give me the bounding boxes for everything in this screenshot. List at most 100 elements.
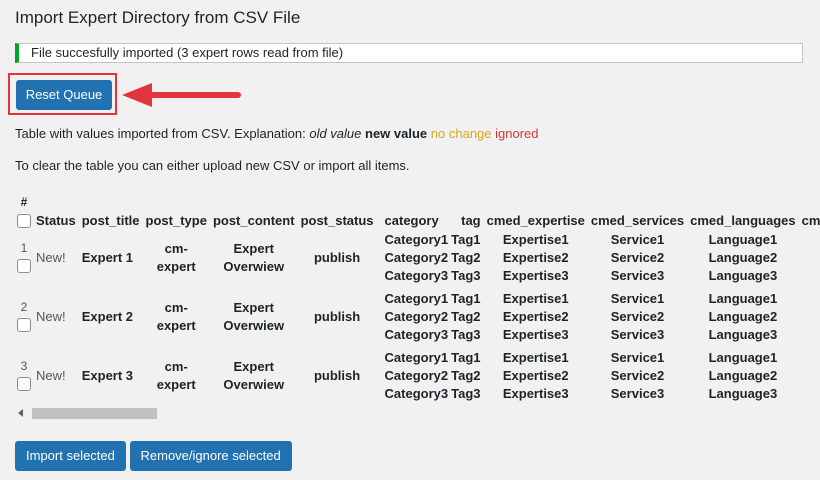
cell-line: Tag2 xyxy=(451,367,481,383)
cell-line: Expertise2 xyxy=(502,367,569,383)
explanation-text: Table with values imported from CSV. Exp… xyxy=(15,126,539,141)
post-content-cell: Expert Overwiew xyxy=(210,287,298,346)
services-cell: Service1 Service2 Service3 xyxy=(588,287,687,346)
cell-line: Tag3 xyxy=(451,385,481,401)
column-header: post_status xyxy=(300,213,374,228)
select-all-header: # xyxy=(15,188,33,228)
cell-line: Language2 xyxy=(708,249,778,265)
select-all-checkbox[interactable] xyxy=(17,214,31,228)
column-header: post_content xyxy=(212,213,295,228)
column-header: cmed_languages xyxy=(690,213,796,228)
legend-old-value: old value xyxy=(309,126,362,141)
post-title-cell: Expert 3 xyxy=(81,368,134,383)
cell-line: Language3 xyxy=(708,267,778,283)
taxonomy-cell xyxy=(799,228,820,287)
cell-line: Category1 xyxy=(384,231,449,247)
cell-line: Expertise3 xyxy=(502,385,569,401)
legend-new-value: new value xyxy=(365,126,428,141)
cell-line: Overwiew xyxy=(223,258,285,274)
legend-no-change: no change xyxy=(430,126,492,141)
explanation-prefix: Table with values imported from CSV. Exp… xyxy=(15,126,310,141)
status-cell: New! xyxy=(36,368,66,383)
cell-line: Tag3 xyxy=(451,326,481,342)
row-checkbox[interactable] xyxy=(17,317,31,332)
cell-line: Expertise1 xyxy=(502,349,569,365)
cell-line: cm- xyxy=(164,358,188,374)
cell-line: Expertise2 xyxy=(502,308,569,324)
post-type-cell: cm-expert xyxy=(143,287,210,346)
cell-line: Language2 xyxy=(708,308,778,324)
cell-line: Category2 xyxy=(384,367,449,383)
remove-ignore-selected-button[interactable]: Remove/ignore selected xyxy=(129,441,292,471)
cell-line: Service2 xyxy=(610,367,665,383)
post-title-cell: Expert 2 xyxy=(81,309,134,324)
cell-line: Service1 xyxy=(610,349,665,365)
cell-line: Overwiew xyxy=(223,317,285,333)
cell-line: Category3 xyxy=(384,326,449,342)
cell-line: Expertise2 xyxy=(502,249,569,265)
cell-line: Service1 xyxy=(610,290,665,306)
page-title: Import Expert Directory from CSV File xyxy=(15,8,301,27)
cell-line: Language1 xyxy=(708,231,778,247)
cell-line: expert xyxy=(156,258,196,274)
row-number: 3 xyxy=(20,359,28,374)
expertise-cell: Expertise1 Expertise2 Expertise3 xyxy=(484,287,588,346)
tag-cell: Tag1 Tag2 Tag3 xyxy=(451,228,484,287)
languages-cell: Language1 Language2 Language3 xyxy=(687,228,799,287)
row-select-cell: 1 xyxy=(15,228,33,287)
cell-line: Category2 xyxy=(384,249,449,265)
import-selected-button[interactable]: Import selected xyxy=(15,441,126,471)
services-cell: Service1 Service2 Service3 xyxy=(588,228,687,287)
horizontal-scrollbar[interactable] xyxy=(15,405,820,421)
post-type-cell: cm-expert xyxy=(143,228,210,287)
cell-line: Language3 xyxy=(708,385,778,401)
row-number: 2 xyxy=(20,300,28,315)
services-cell: Service1 Service2 Service3 xyxy=(588,346,687,405)
scroll-left-icon[interactable] xyxy=(18,409,23,417)
cell-line: Expert xyxy=(233,299,274,315)
tag-cell: Tag1 Tag2 Tag3 xyxy=(451,346,484,405)
cell-line: Category2 xyxy=(384,308,449,324)
table-row: 3 New! Expert 3 cm-expert Expert Overwiew… xyxy=(15,346,820,405)
post-status-cell: publish xyxy=(313,250,361,265)
cell-line: cm- xyxy=(164,299,188,315)
cell-line: Language1 xyxy=(708,349,778,365)
cell-line: Tag1 xyxy=(451,290,481,306)
cell-line: Overwiew xyxy=(223,376,285,392)
reset-queue-button[interactable]: Reset Queue xyxy=(16,80,112,110)
row-select-cell: 2 xyxy=(15,287,33,346)
cell-line: Service2 xyxy=(610,308,665,324)
post-type-cell: cm-expert xyxy=(143,346,210,405)
cell-line: Expert xyxy=(233,358,274,374)
notice-text: File succesfully imported (3 expert rows… xyxy=(31,45,344,60)
scrollbar-thumb[interactable] xyxy=(32,408,157,419)
taxonomy-cell xyxy=(799,287,820,346)
row-checkbox[interactable] xyxy=(17,258,31,273)
legend-ignored: ignored xyxy=(495,126,539,141)
cell-line: Language2 xyxy=(708,367,778,383)
row-select-cell: 3 xyxy=(15,346,33,405)
column-header: post_type xyxy=(145,213,207,228)
cell-line: expert xyxy=(156,376,196,392)
tag-cell: Tag1 Tag2 Tag3 xyxy=(451,287,484,346)
cell-line: Expertise1 xyxy=(502,231,569,247)
category-cell: Category1 Category2 Category3 xyxy=(377,346,452,405)
post-content-cell: Expert Overwiew xyxy=(210,228,298,287)
cell-line: Category3 xyxy=(384,385,449,401)
column-header: cmed_services xyxy=(590,213,685,228)
cell-line: Category1 xyxy=(384,349,449,365)
languages-cell: Language1 Language2 Language3 xyxy=(687,346,799,405)
cell-line: Expertise1 xyxy=(502,290,569,306)
table-header-row: # Status post_title post_type post_conte… xyxy=(15,188,820,228)
cell-line: Expertise3 xyxy=(502,326,569,342)
column-header: Status xyxy=(36,213,76,228)
row-checkbox[interactable] xyxy=(17,376,31,391)
column-header: category xyxy=(384,213,439,228)
table-row: 2 New! Expert 2 cm-expert Expert Overwiew… xyxy=(15,287,820,346)
cell-line: Category3 xyxy=(384,267,449,283)
column-header: post_title xyxy=(81,213,140,228)
cell-line: Service3 xyxy=(610,326,665,342)
success-notice: File succesfully imported (3 expert rows… xyxy=(15,43,803,63)
cell-line: Language1 xyxy=(708,290,778,306)
cell-line: Tag1 xyxy=(451,349,481,365)
